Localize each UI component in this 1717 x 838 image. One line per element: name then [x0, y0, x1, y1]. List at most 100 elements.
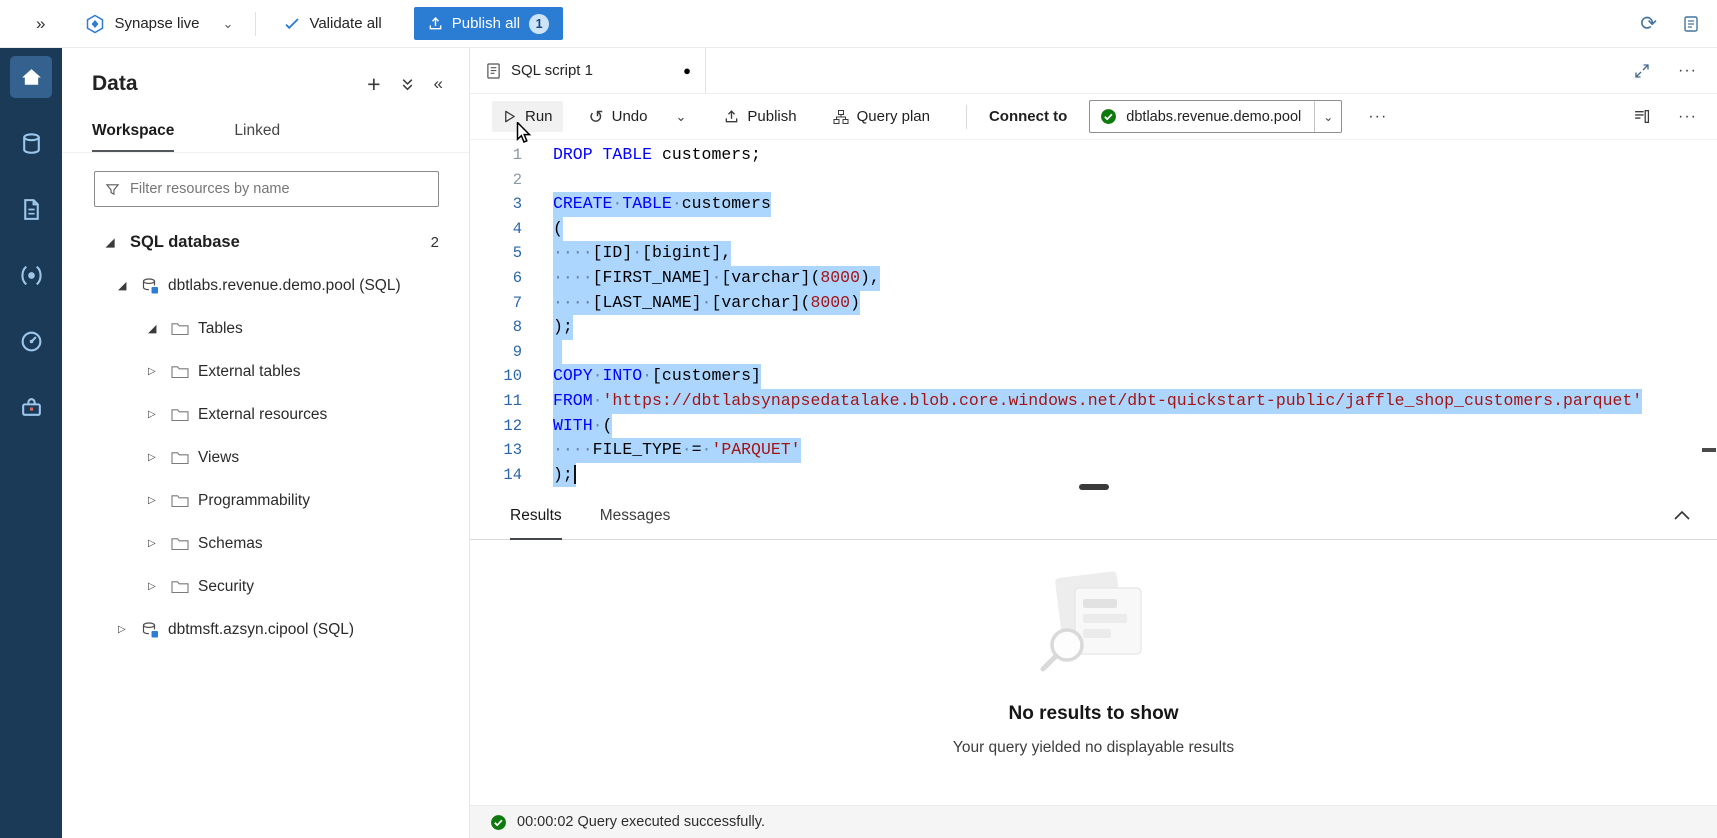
tree-section-sql-database[interactable]: ◢SQL database2 — [62, 221, 469, 264]
tree-item[interactable]: ▷External tables — [62, 350, 469, 393]
double-chevron-down-icon[interactable] — [401, 77, 414, 92]
validate-all-button[interactable]: Validate all — [278, 14, 387, 33]
chevron-collapsed-icon[interactable]: ▷ — [148, 366, 166, 377]
chevron-expanded-icon[interactable]: ◢ — [148, 322, 166, 335]
chevron-collapsed-icon[interactable]: ▷ — [148, 452, 166, 463]
empty-results-title: No results to show — [1009, 703, 1179, 725]
empty-results-illustration — [1019, 566, 1169, 685]
publish-button[interactable]: Publish — [714, 101, 806, 132]
panel-title: Data — [92, 72, 138, 96]
add-resource-icon[interactable]: + — [367, 73, 380, 96]
nav-data[interactable] — [10, 122, 52, 164]
tab-messages[interactable]: Messages — [600, 507, 671, 540]
nav-monitor[interactable] — [10, 320, 52, 362]
query-plan-button[interactable]: Query plan — [823, 101, 940, 132]
pipeline-icon — [19, 263, 44, 288]
release-notes-icon[interactable] — [1683, 15, 1699, 33]
code-line[interactable]: 12 WITH·( — [470, 414, 1717, 439]
code-line[interactable]: 13····FILE_TYPE·=·'PARQUET' — [470, 438, 1717, 463]
nav-integrate[interactable] — [10, 254, 52, 296]
database-icon — [19, 131, 44, 156]
code-editor[interactable]: 1DROP TABLE customers;23CREATE·TABLE·cus… — [470, 140, 1717, 488]
tree-item[interactable]: ◢Tables — [62, 307, 469, 350]
connect-to-label: Connect to — [989, 108, 1067, 125]
nav-develop[interactable] — [10, 188, 52, 230]
document-tabstrip: SQL script 1 ● ··· — [470, 48, 1717, 94]
code-text: ····[ID]·[bigint], — [553, 241, 731, 266]
workspace-mode-selector[interactable]: Synapse live ⌄ — [85, 14, 233, 34]
editor-scrollbar[interactable] — [1701, 140, 1717, 488]
code-line[interactable]: 7····[LAST_NAME]·[varchar](8000) — [470, 291, 1717, 316]
run-button[interactable]: Run — [492, 101, 563, 132]
tree-item[interactable]: ▷ Views — [62, 436, 469, 479]
chevron-expanded-icon[interactable]: ◢ — [118, 279, 136, 292]
line-number: 3 — [470, 192, 522, 217]
data-panel: Data + « Workspace Linked ◢SQL databas — [62, 48, 470, 838]
chevron-collapsed-icon[interactable]: ▷ — [148, 538, 166, 549]
collapse-panel-icon[interactable]: « — [434, 74, 443, 94]
run-icon — [502, 109, 517, 124]
chevron-collapsed-icon[interactable]: ▷ — [118, 624, 136, 635]
tab-sql-script-1[interactable]: SQL script 1 ● — [470, 48, 706, 93]
panel-resize-handle[interactable] — [1079, 484, 1109, 490]
nav-manage[interactable] — [10, 386, 52, 428]
line-number: 13 — [470, 438, 522, 463]
publish-count-badge: 1 — [529, 14, 549, 34]
tab-linked[interactable]: Linked — [234, 114, 280, 152]
tree-item[interactable]: ▷dbtmsft.azsyn.cipool (SQL) — [62, 608, 469, 651]
chevron-collapsed-icon[interactable]: ▷ — [148, 581, 166, 592]
line-number: 4 — [470, 217, 522, 242]
tab-results[interactable]: Results — [510, 507, 562, 540]
code-line[interactable]: 11FROM·'https://dbtlabsynapsedatalake.bl… — [470, 389, 1717, 414]
document-icon — [19, 197, 44, 222]
tree-item[interactable]: ▷Security — [62, 565, 469, 608]
code-line[interactable]: 8); — [470, 315, 1717, 340]
code-text — [553, 340, 562, 365]
tree-item-label: Programmability — [198, 492, 310, 510]
code-line[interactable]: 6····[FIRST_NAME]·[varchar](8000), — [470, 266, 1717, 291]
tree-item[interactable]: ◢dbtlabs.revenue.demo.pool (SQL) — [62, 264, 469, 307]
expand-panels-icon[interactable]: » — [36, 14, 45, 34]
tree-item[interactable]: ▷Schemas — [62, 522, 469, 565]
code-line[interactable]: 9 — [470, 340, 1717, 365]
code-line[interactable]: 10COPY·INTO·[customers] — [470, 364, 1717, 389]
chevron-expanded-icon[interactable]: ◢ — [106, 236, 124, 249]
expand-editor-icon[interactable] — [1634, 63, 1650, 79]
publish-all-button[interactable]: Publish all 1 — [414, 7, 563, 40]
line-number: 11 — [470, 389, 522, 414]
line-number: 10 — [470, 364, 522, 389]
collapse-results-icon[interactable] — [1673, 508, 1691, 525]
undo-dropdown-icon[interactable]: ⌄ — [669, 103, 692, 131]
code-line[interactable]: 5····[ID]·[bigint], — [470, 241, 1717, 266]
chevron-collapsed-icon[interactable]: ▷ — [148, 495, 166, 506]
code-text: WITH·( — [553, 414, 612, 439]
code-line[interactable]: 4( — [470, 217, 1717, 242]
toolbar-more-actions-icon[interactable]: ··· — [1368, 109, 1387, 125]
tab-more-actions-icon[interactable]: ··· — [1678, 63, 1697, 79]
status-message: 00:00:02 Query executed successfully. — [517, 814, 765, 830]
refresh-icon[interactable]: ⟳ — [1640, 14, 1657, 34]
folder-icon — [171, 579, 189, 594]
chevron-collapsed-icon[interactable]: ▷ — [148, 409, 166, 420]
tree-count-badge: 2 — [431, 234, 439, 251]
nav-home[interactable] — [10, 56, 52, 98]
code-text: ); — [553, 315, 573, 340]
code-line[interactable]: 1DROP TABLE customers; — [470, 143, 1717, 168]
filter-funnel-icon — [105, 182, 120, 197]
tree-item[interactable]: ▷External resources — [62, 393, 469, 436]
editor-more-actions-icon[interactable]: ··· — [1678, 109, 1697, 125]
validate-check-icon — [284, 16, 300, 32]
code-line[interactable]: 2 — [470, 168, 1717, 193]
code-line[interactable]: 3CREATE·TABLE·customers — [470, 192, 1717, 217]
undo-button[interactable]: ↺ Undo — [579, 101, 658, 133]
pool-select-dropdown[interactable]: dbtlabs.revenue.demo.pool ⌄ — [1089, 100, 1342, 133]
run-label: Run — [525, 108, 553, 125]
filter-input[interactable] — [128, 180, 428, 198]
line-number: 12 — [470, 414, 522, 439]
folder-icon — [171, 364, 189, 379]
tree-item-label: Views — [198, 449, 239, 467]
query-plan-label: Query plan — [857, 108, 930, 125]
tree-item[interactable]: ▷ Programmability — [62, 479, 469, 522]
tab-workspace[interactable]: Workspace — [92, 114, 174, 152]
properties-panel-icon[interactable] — [1633, 108, 1650, 125]
